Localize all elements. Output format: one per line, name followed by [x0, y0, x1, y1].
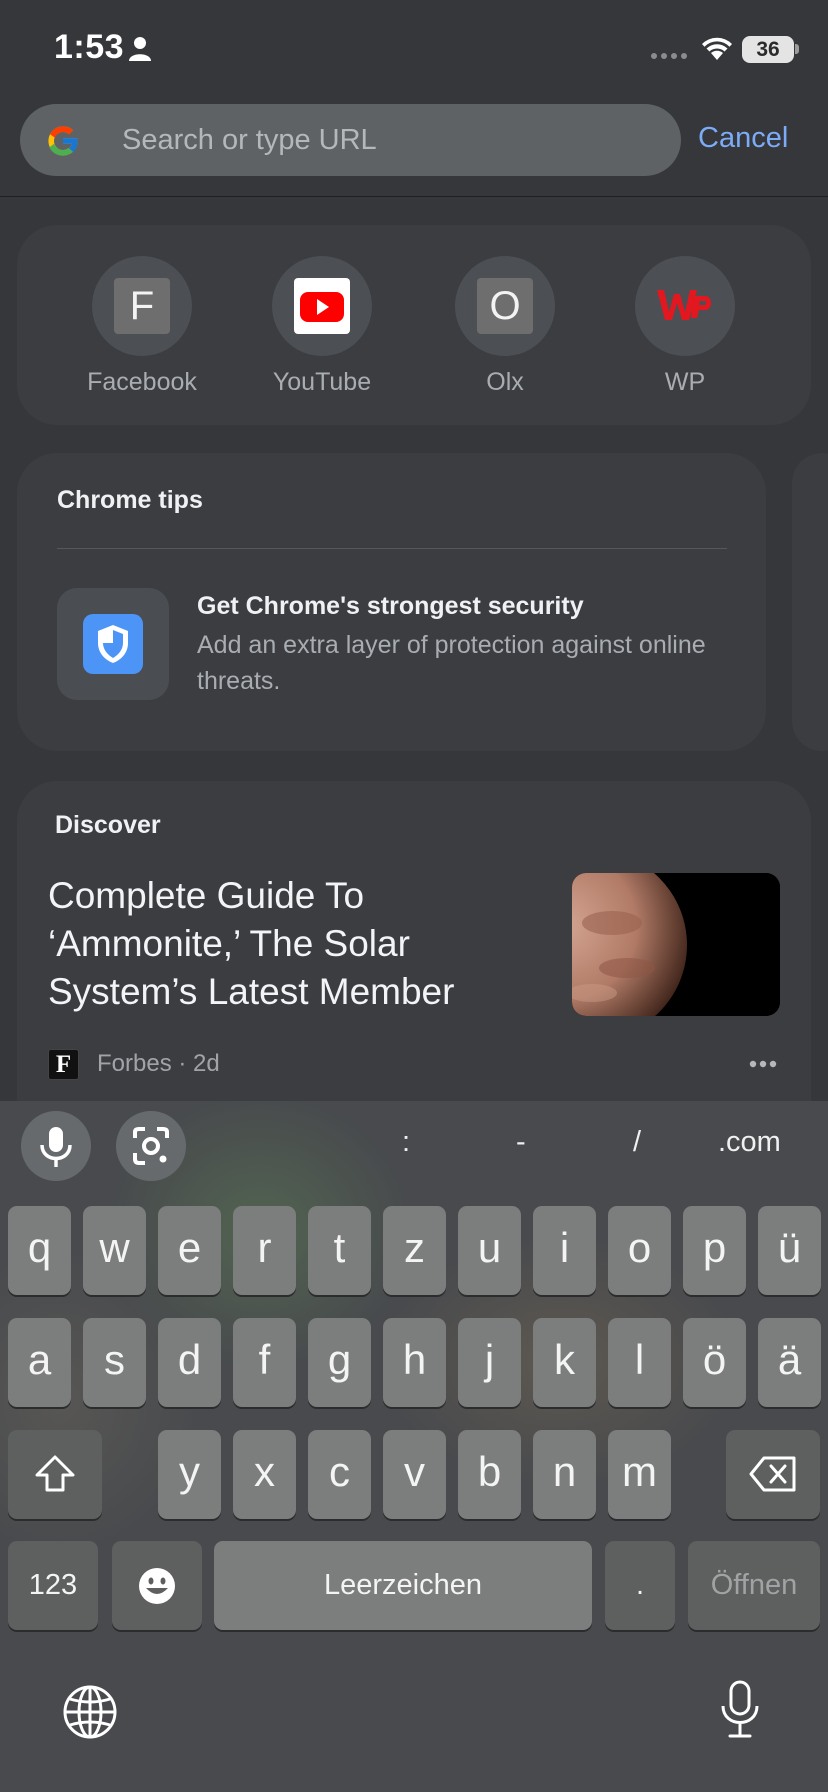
key-l[interactable]: l [608, 1318, 671, 1407]
lens-search-button[interactable] [116, 1111, 186, 1181]
key-w[interactable]: w [83, 1206, 146, 1295]
shortcut-icon-circle: F [92, 256, 192, 356]
shortcut-facebook[interactable]: F Facebook [72, 256, 212, 397]
person-icon [129, 37, 151, 61]
key-h[interactable]: h [383, 1318, 446, 1407]
key-z[interactable]: z [383, 1206, 446, 1295]
shortcut-label: YouTube [272, 368, 372, 396]
cancel-button[interactable]: Cancel [698, 122, 788, 155]
dotcom-key[interactable]: .com [718, 1126, 781, 1159]
key-f[interactable]: f [233, 1318, 296, 1407]
key-p[interactable]: p [683, 1206, 746, 1295]
colon-key[interactable]: : [402, 1126, 410, 1159]
key-s[interactable]: s [83, 1318, 146, 1407]
forbes-logo: F [48, 1049, 79, 1080]
key-r[interactable]: r [233, 1206, 296, 1295]
key-g[interactable]: g [308, 1318, 371, 1407]
shift-arrow-icon [35, 1455, 75, 1492]
tips-divider [57, 548, 727, 549]
key-a[interactable]: a [8, 1318, 71, 1407]
wp-logo-icon [657, 290, 711, 320]
key-t[interactable]: t [308, 1206, 371, 1295]
more-options-icon[interactable] [748, 1052, 778, 1076]
cellular-signal-icon [651, 53, 687, 59]
status-time: 1:53 [54, 28, 125, 66]
key-x[interactable]: x [233, 1430, 296, 1519]
article-thumbnail[interactable] [572, 873, 780, 1016]
go-key[interactable]: Öffnen [688, 1541, 820, 1630]
battery-tip [795, 44, 799, 54]
shortcut-youtube[interactable]: YouTube [252, 256, 392, 397]
planet-image [572, 873, 780, 1016]
shield-icon [83, 614, 143, 674]
key-o[interactable]: o [608, 1206, 671, 1295]
discover-label: Discover [55, 811, 161, 839]
backspace-icon [749, 1456, 796, 1492]
shortcut-olx[interactable]: O Olx [435, 256, 575, 397]
camera-lens-icon [133, 1127, 169, 1165]
emoji-icon [139, 1568, 175, 1604]
period-key[interactable]: . [605, 1541, 675, 1630]
emoji-key[interactable] [112, 1541, 202, 1630]
dictation-microphone-icon[interactable] [720, 1680, 760, 1740]
key-d[interactable]: d [158, 1318, 221, 1407]
globe-icon[interactable] [62, 1684, 118, 1740]
backspace-key[interactable] [726, 1430, 820, 1519]
key-b[interactable]: b [458, 1430, 521, 1519]
shortcut-icon-circle [635, 256, 735, 356]
shift-key[interactable] [8, 1430, 102, 1519]
key-v[interactable]: v [383, 1430, 446, 1519]
key-q[interactable]: q [8, 1206, 71, 1295]
battery-level: 36 [742, 36, 794, 63]
shortcut-label: Facebook [87, 368, 197, 396]
article-meta: Forbes · 2d [97, 1050, 220, 1077]
google-logo-icon [48, 126, 79, 156]
key-n[interactable]: n [533, 1430, 596, 1519]
space-key[interactable]: Leerzeichen [214, 1541, 592, 1630]
key-m[interactable]: m [608, 1430, 671, 1519]
dash-key[interactable]: - [516, 1126, 526, 1159]
search-input[interactable] [122, 104, 662, 176]
tips-heading: Get Chrome's strongest security [197, 592, 584, 620]
youtube-icon [294, 278, 350, 334]
next-tip-card-peek[interactable] [792, 453, 828, 751]
tips-description: Add an extra layer of protection against… [197, 631, 706, 695]
key-c[interactable]: c [308, 1430, 371, 1519]
key-u[interactable]: u [458, 1206, 521, 1295]
key-u-umlaut[interactable]: ü [758, 1206, 821, 1295]
voice-search-button[interactable] [21, 1111, 91, 1181]
key-y[interactable]: y [158, 1430, 221, 1519]
key-j[interactable]: j [458, 1318, 521, 1407]
article-title[interactable]: Complete Guide To ‘Ammonite,’ The Solar … [48, 872, 508, 1016]
olx-letter-icon: O [477, 278, 533, 334]
key-k[interactable]: k [533, 1318, 596, 1407]
shortcut-wp[interactable]: WP [615, 256, 755, 397]
wifi-icon [702, 37, 732, 60]
key-a-umlaut[interactable]: ä [758, 1318, 821, 1407]
chrome-tips-title: Chrome tips [57, 486, 203, 514]
facebook-letter-icon: F [114, 278, 170, 334]
shortcut-label: WP [664, 368, 706, 396]
microphone-icon [40, 1127, 72, 1167]
key-o-umlaut[interactable]: ö [683, 1318, 746, 1407]
key-i[interactable]: i [533, 1206, 596, 1295]
numbers-key[interactable]: 123 [8, 1541, 98, 1630]
slash-key[interactable]: / [633, 1126, 641, 1159]
header-divider [0, 196, 828, 197]
shortcut-icon-circle [272, 256, 372, 356]
shortcut-icon-circle: O [455, 256, 555, 356]
key-e[interactable]: e [158, 1206, 221, 1295]
shortcut-label: Olx [486, 368, 524, 396]
